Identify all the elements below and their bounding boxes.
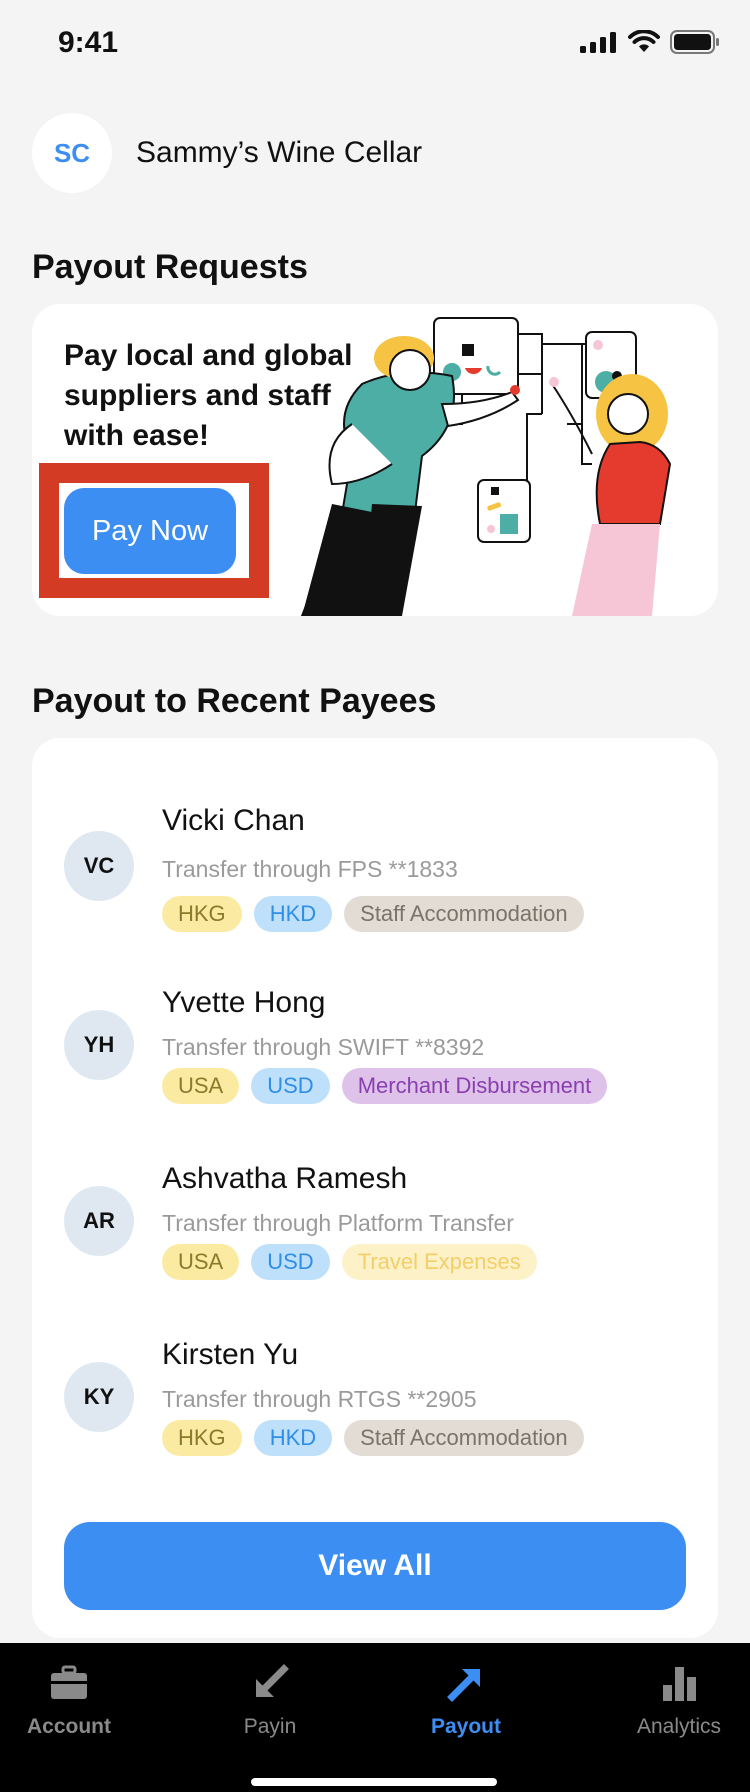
recent-payees-title: Payout to Recent Payees	[32, 682, 437, 720]
payee-tags: USA USD Travel Expenses	[162, 1244, 537, 1280]
payee-row[interactable]: YH Yvette Hong Transfer through SWIFT **…	[32, 980, 718, 1130]
pay-now-button[interactable]: Pay Now	[64, 488, 236, 574]
payee-row[interactable]: AR Ashvatha Ramesh Transfer through Plat…	[32, 1156, 718, 1306]
payee-name: Vicki Chan	[162, 804, 305, 837]
category-tag: Staff Accommodation	[344, 1420, 584, 1456]
payee-row[interactable]: KY Kirsten Yu Transfer through RTGS **29…	[32, 1332, 718, 1482]
country-tag: USA	[162, 1068, 240, 1104]
payees-card: VC Vicki Chan Transfer through FPS **183…	[32, 738, 718, 1638]
currency-tag: USD	[251, 1068, 330, 1104]
briefcase-icon	[51, 1665, 87, 1699]
category-tag: Merchant Disbursement	[341, 1068, 608, 1104]
category-tag: Travel Expenses	[341, 1244, 537, 1280]
payee-tags: USA USD Merchant Disbursement	[162, 1068, 608, 1104]
currency-tag: HKD	[253, 1420, 333, 1456]
status-bar: 9:41	[0, 0, 750, 90]
payee-avatar: KY	[64, 1362, 134, 1432]
country-tag: USA	[162, 1244, 240, 1280]
tab-bar: Account Payin Payout Analytics	[0, 1643, 750, 1792]
tab-account[interactable]: Account	[0, 1661, 144, 1751]
payee-tags: HKG HKD Staff Accommodation	[162, 896, 584, 932]
business-name: Sammy’s Wine Cellar	[136, 136, 423, 169]
payee-tags: HKG HKD Staff Accommodation	[162, 1420, 584, 1456]
tab-label: Account	[27, 1715, 111, 1738]
payee-method: Transfer through FPS **1833	[162, 856, 458, 882]
status-icons	[580, 30, 720, 54]
people-illustration	[300, 317, 672, 616]
promo-card: Pay local and global suppliers and staff…	[32, 304, 718, 616]
payee-name: Yvette Hong	[162, 986, 326, 1019]
country-tag: HKG	[162, 1420, 242, 1456]
payee-row[interactable]: VC Vicki Chan Transfer through FPS **183…	[32, 798, 718, 948]
payee-name: Ashvatha Ramesh	[162, 1162, 408, 1195]
tab-payout[interactable]: Payout	[391, 1661, 541, 1751]
bar-chart-icon	[663, 1667, 696, 1701]
battery-icon	[670, 30, 719, 54]
home-indicator	[251, 1778, 497, 1786]
payee-name: Kirsten Yu	[162, 1338, 299, 1371]
tab-label: Payin	[243, 1715, 297, 1738]
wifi-icon	[628, 30, 660, 52]
payee-avatar: YH	[64, 1010, 134, 1080]
payee-avatar: VC	[64, 831, 134, 901]
view-all-button[interactable]: View All	[64, 1522, 686, 1610]
account-header[interactable]: SC Sammy’s Wine Cellar	[32, 113, 422, 193]
payout-requests-title: Payout Requests	[32, 248, 308, 286]
currency-tag: USD	[251, 1244, 330, 1280]
status-time: 9:41	[58, 26, 119, 59]
payee-method: Transfer through SWIFT **8392	[162, 1034, 485, 1060]
tab-payin[interactable]: Payin	[195, 1661, 345, 1751]
arrow-down-left-icon	[256, 1664, 289, 1697]
signal-icon	[580, 32, 616, 53]
payee-avatar: AR	[64, 1186, 134, 1256]
country-tag: HKG	[162, 896, 242, 932]
tab-label: Payout	[430, 1715, 501, 1738]
currency-tag: HKD	[253, 896, 333, 932]
tab-label: Analytics	[636, 1715, 722, 1738]
avatar[interactable]: SC	[32, 113, 112, 193]
payee-method: Transfer through RTGS **2905	[162, 1386, 477, 1412]
category-tag: Staff Accommodation	[344, 896, 584, 932]
arrow-up-right-icon	[447, 1669, 480, 1702]
tab-analytics[interactable]: Analytics	[604, 1661, 750, 1751]
payee-method: Transfer through Platform Transfer	[162, 1210, 514, 1236]
